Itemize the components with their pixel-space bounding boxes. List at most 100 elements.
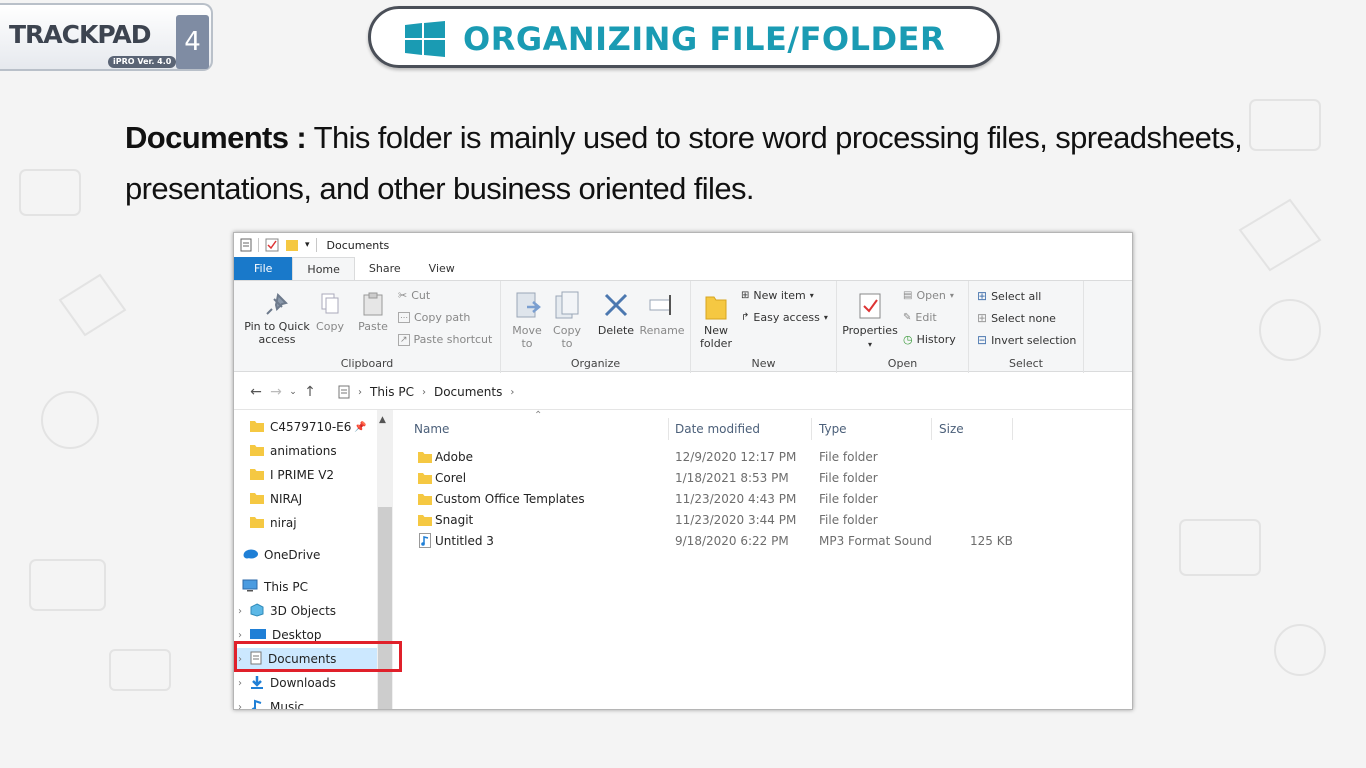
nav-item-animations[interactable]: animations (234, 440, 379, 462)
chevron-right-icon[interactable]: › (234, 550, 238, 561)
logo-wordmark: TRACKPAD (9, 20, 151, 49)
file-row-custom-office-templates[interactable]: Custom Office Templates 11/23/2020 4:43 … (414, 489, 1114, 510)
folder-icon (250, 492, 264, 507)
computer-icon (242, 579, 258, 595)
group-label-organize: Organize (570, 357, 621, 370)
file-row-adobe[interactable]: Adobe 12/9/2020 12:17 PM File folder (414, 447, 1114, 468)
file-row-untitled-3[interactable]: Untitled 3 9/18/2020 6:22 PM MP3 Format … (414, 531, 1114, 552)
description-term: Documents : (125, 120, 307, 155)
nav-item-c4579710[interactable]: C4579710-E6 📌 (234, 416, 379, 438)
nav-item-onedrive[interactable]: › OneDrive (234, 544, 371, 566)
column-header-date-modified[interactable]: Date modified (675, 422, 760, 436)
rename-icon (649, 295, 671, 315)
chevron-down-icon[interactable]: ⌄ (234, 582, 238, 593)
invert-selection-button[interactable]: ⊟ Invert selection (977, 333, 1076, 347)
copy-to-button[interactable]: Copy to (549, 291, 585, 350)
history-icon: ◷ (903, 333, 913, 346)
up-icon[interactable]: ↑ (300, 384, 320, 400)
nav-item-this-pc[interactable]: ⌄ This PC (234, 576, 371, 598)
description: Documents : This folder is mainly used t… (125, 112, 1245, 214)
group-select: ⊞ Select all ⊞ Select none ⊟ Invert selecti… (969, 281, 1084, 373)
scroll-up-icon[interactable]: ▲ (379, 415, 386, 425)
rename-button[interactable]: Rename (639, 291, 685, 337)
tab-file[interactable]: File (234, 257, 293, 280)
column-divider[interactable] (1012, 418, 1013, 440)
nav-item-niraj-upper[interactable]: NIRAJ (234, 488, 379, 510)
tab-home[interactable]: Home (292, 257, 355, 280)
nav-item-documents[interactable]: › Documents (234, 648, 379, 670)
file-row-corel[interactable]: Corel 1/18/2021 8:53 PM File folder (414, 468, 1114, 489)
chevron-right-icon[interactable]: › (234, 678, 246, 689)
file-explorer-window: ▾ Documents File Home Share View Pin to … (233, 232, 1133, 710)
nav-item-music[interactable]: › Music (234, 696, 379, 710)
paste-button[interactable]: Paste (352, 291, 394, 333)
chevron-right-icon[interactable]: › (234, 630, 246, 641)
nav-item-i-prime-v2[interactable]: I PRIME V2 (234, 464, 379, 486)
properties-check-icon[interactable] (265, 238, 279, 252)
history-button[interactable]: ◷ History (903, 333, 956, 346)
quick-access-toolbar: ▾ Documents (234, 233, 1132, 257)
breadcrumb-documents-icon (338, 385, 350, 399)
title-banner: ORGANIZING FILE/FOLDER (368, 6, 1000, 68)
column-divider[interactable] (811, 418, 812, 440)
open-button[interactable]: ▤ Open ▾ (903, 289, 954, 302)
copy-to-icon (555, 291, 579, 319)
copy-path-icon: ⋯ (398, 312, 410, 323)
cloud-icon (242, 548, 258, 562)
tab-view[interactable]: View (415, 257, 469, 280)
column-divider[interactable] (668, 418, 669, 440)
nav-item-downloads[interactable]: › Downloads (234, 672, 379, 694)
move-to-button[interactable]: Move to (509, 291, 545, 350)
easy-access-button[interactable]: ↱ Easy access ▾ (741, 311, 828, 324)
edit-button[interactable]: ✎ Edit (903, 311, 937, 324)
forward-icon[interactable]: → (266, 384, 286, 400)
sort-indicator-icon: ⌃ (534, 410, 543, 421)
group-label-new: New (751, 357, 776, 370)
back-icon[interactable]: ← (246, 384, 266, 400)
column-header-size[interactable]: Size (939, 422, 964, 436)
folder-icon (418, 514, 432, 529)
paste-shortcut-button[interactable]: ↗ Paste shortcut (398, 333, 492, 346)
column-divider[interactable] (931, 418, 932, 440)
group-label-select: Select (1009, 357, 1043, 370)
pin-quick-access-button[interactable]: Pin to Quick access (242, 291, 312, 346)
cut-button[interactable]: ✂ Cut (398, 289, 430, 302)
file-list: ⌃ Name Date modified Type Size Adobe 12/… (394, 410, 1132, 709)
breadcrumb[interactable]: › This PC › Documents › (334, 380, 514, 404)
navigation-scrollbar-thumb[interactable] (378, 507, 392, 709)
pinned-icon: 📌 (354, 421, 367, 433)
trackpad-logo: TRACKPAD 4 iPRO Ver. 4.0 (0, 3, 213, 71)
properties-button[interactable]: Properties ▾ (841, 291, 899, 351)
select-all-button[interactable]: ⊞ Select all (977, 289, 1041, 303)
navigation-pane: C4579710-E6 📌 animations I PRIME V2 NIRAJ… (234, 410, 394, 710)
logo-number: 4 (176, 15, 209, 69)
tab-share[interactable]: Share (355, 257, 415, 280)
chevron-right-icon[interactable]: › (234, 606, 246, 617)
recent-locations-icon[interactable]: ⌄ (286, 387, 300, 397)
copy-button[interactable]: Copy (312, 291, 348, 333)
column-header-name[interactable]: Name (414, 422, 449, 436)
customize-qat-icon[interactable]: ▾ (305, 240, 310, 250)
nav-item-desktop[interactable]: › Desktop (234, 624, 379, 646)
folder-icon (250, 516, 264, 531)
edit-icon: ✎ (903, 312, 912, 323)
group-new: New folder ⊞ New item ▾ ↱ Easy access ▾ New (691, 281, 837, 373)
nav-item-3d-objects[interactable]: › 3D Objects (234, 600, 379, 622)
breadcrumb-this-pc[interactable]: This PC (370, 385, 414, 399)
select-none-button[interactable]: ⊞ Select none (977, 311, 1056, 325)
new-folder-button[interactable]: New folder (697, 291, 735, 350)
folder-icon (250, 444, 264, 459)
copy-path-button[interactable]: ⋯ Copy path (398, 311, 470, 324)
nav-item-niraj-lower[interactable]: niraj (234, 512, 379, 534)
page-title: ORGANIZING FILE/FOLDER (463, 20, 946, 58)
chevron-right-icon[interactable]: › (234, 702, 246, 710)
chevron-right-icon[interactable]: › (234, 654, 246, 665)
group-clipboard: Pin to Quick access Copy Paste ✂ Cut ⋯ Cop… (234, 281, 501, 373)
breadcrumb-documents[interactable]: Documents (434, 385, 502, 399)
column-header-type[interactable]: Type (819, 422, 847, 436)
new-folder-qat-icon[interactable] (285, 238, 299, 252)
new-item-button[interactable]: ⊞ New item ▾ (741, 289, 814, 302)
delete-button[interactable]: Delete (596, 291, 636, 337)
group-label-open: Open (887, 357, 918, 370)
file-row-snagit[interactable]: Snagit 11/23/2020 3:44 PM File folder (414, 510, 1114, 531)
